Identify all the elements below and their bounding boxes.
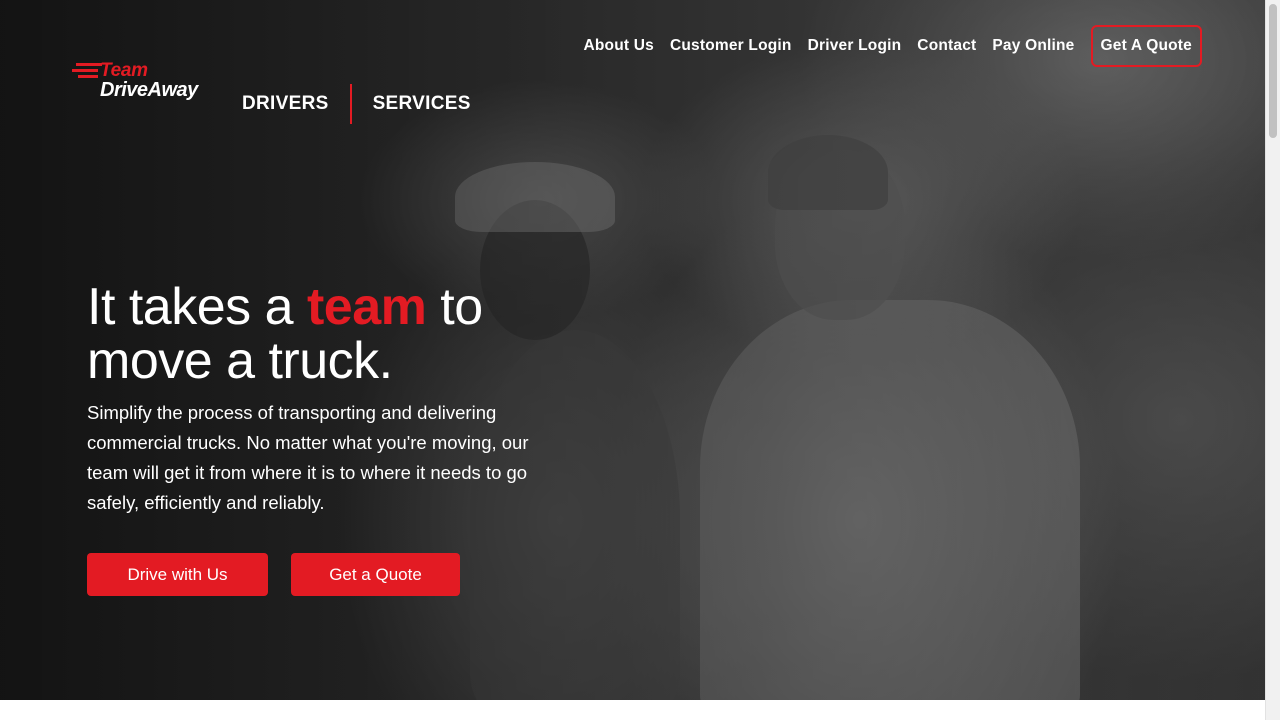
- nav-link-pay-online[interactable]: Pay Online: [992, 37, 1074, 55]
- nav-link-services[interactable]: SERVICES: [373, 93, 471, 115]
- get-a-quote-button[interactable]: Get a Quote: [291, 553, 460, 596]
- nav-link-customer-login[interactable]: Customer Login: [670, 37, 792, 55]
- speed-lines-icon: [72, 63, 102, 78]
- nav-link-driver-login[interactable]: Driver Login: [808, 37, 902, 55]
- nav-divider: [349, 84, 352, 124]
- get-a-quote-header-button[interactable]: Get A Quote: [1090, 25, 1202, 67]
- headline-accent: team: [306, 278, 427, 336]
- nav-link-drivers[interactable]: DRIVERS: [242, 93, 329, 115]
- nav-link-contact[interactable]: Contact: [917, 37, 976, 55]
- hero-headline: It takes a team to move a truck.: [87, 280, 607, 388]
- nav-link-about-us[interactable]: About Us: [583, 37, 653, 55]
- scrollbar-thumb[interactable]: [1269, 4, 1277, 138]
- logo-text-driveaway: DriveAway: [100, 79, 198, 101]
- site-logo[interactable]: Team DriveAway: [72, 60, 212, 104]
- page-scrollbar[interactable]: [1265, 0, 1280, 720]
- headline-text-start: It takes a: [87, 278, 307, 336]
- hero-subcopy: Simplify the process of transporting and…: [87, 402, 529, 513]
- main-nav: DRIVERS SERVICES: [242, 84, 471, 124]
- utility-nav: About Us Customer Login Driver Login Con…: [567, 24, 1202, 68]
- drive-with-us-button[interactable]: Drive with Us: [87, 553, 268, 596]
